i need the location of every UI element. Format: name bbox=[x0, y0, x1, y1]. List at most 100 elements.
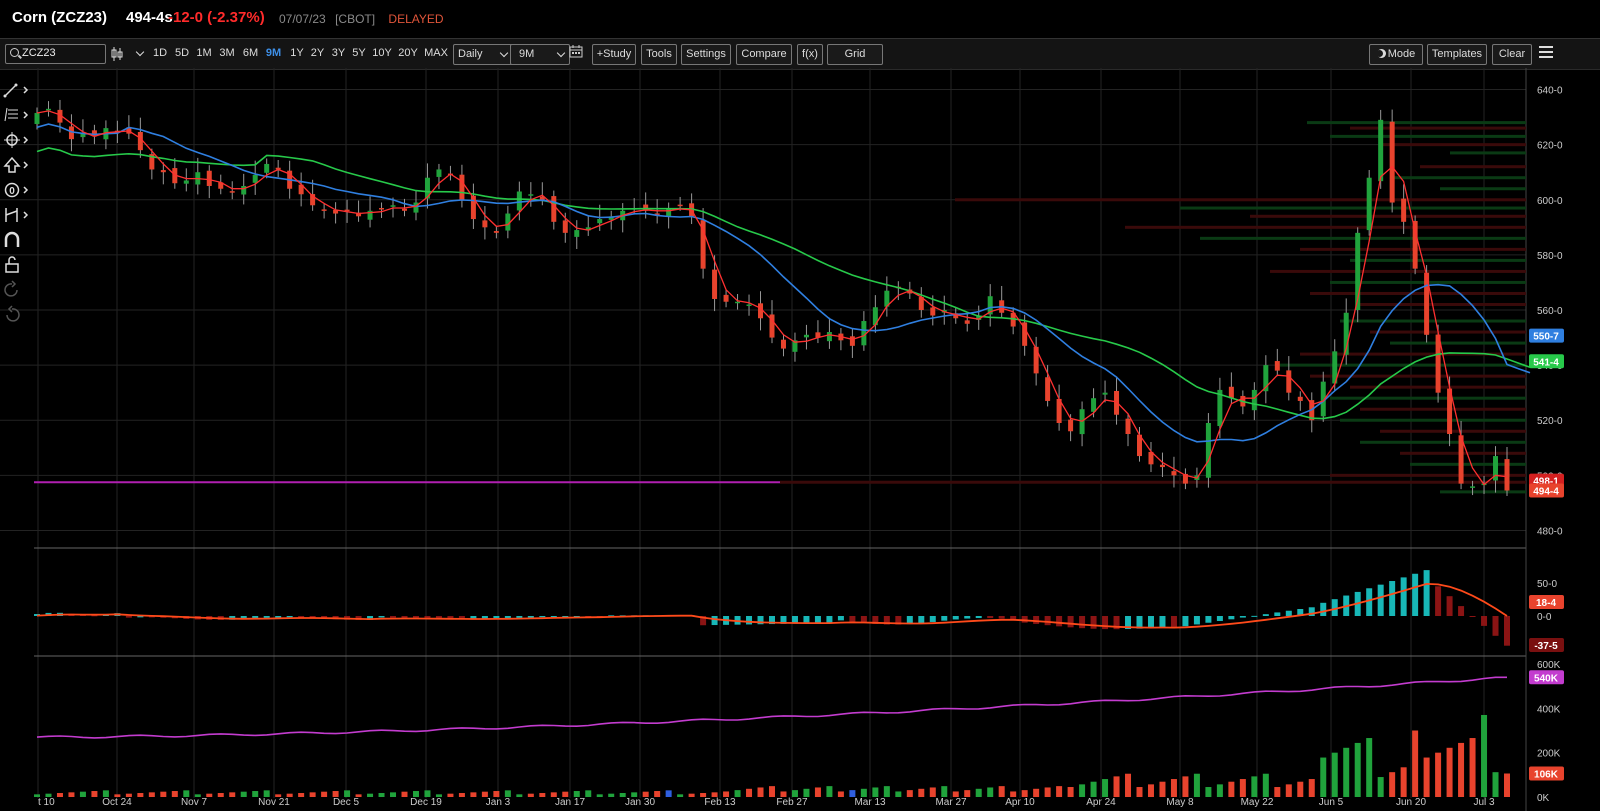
candle bbox=[482, 220, 488, 228]
candle bbox=[1504, 459, 1510, 491]
volume-bar bbox=[1251, 776, 1258, 797]
zero-icon[interactable]: 0 bbox=[3, 180, 29, 200]
grid-button[interactable]: Grid bbox=[827, 44, 883, 65]
volume-bar bbox=[677, 794, 684, 797]
range-button-5d[interactable]: 5D bbox=[173, 44, 191, 63]
oscillator-bar bbox=[1469, 616, 1476, 617]
candle bbox=[459, 174, 465, 200]
volume-bar bbox=[137, 793, 144, 797]
candle bbox=[1159, 464, 1165, 468]
oscillator-bar bbox=[1412, 573, 1419, 616]
volume-profile-bar bbox=[1307, 121, 1526, 125]
volume-bar bbox=[378, 793, 385, 797]
arrow-up-icon[interactable] bbox=[3, 155, 29, 175]
volume-bar bbox=[1274, 787, 1281, 797]
volume-bar bbox=[309, 792, 316, 797]
settings-button[interactable]: Settings bbox=[681, 44, 731, 65]
price-chart[interactable]: 640-0620-0600-0580-0560-0540-0520-0500-0… bbox=[0, 68, 1600, 811]
oscillator-bar bbox=[1492, 616, 1499, 636]
range-button-1d[interactable]: 1D bbox=[152, 44, 168, 63]
function-button[interactable]: f(x) bbox=[797, 44, 823, 65]
oscillator-bar bbox=[1228, 616, 1235, 620]
oscillator-bar bbox=[849, 616, 856, 622]
range-button-1y[interactable]: 1Y bbox=[290, 44, 304, 63]
draw-line-icon[interactable] bbox=[3, 80, 29, 100]
volume-bar bbox=[1469, 738, 1476, 797]
oscillator-bar bbox=[1170, 616, 1177, 628]
oscillator-bar bbox=[516, 616, 523, 618]
oscillator-bar bbox=[746, 616, 753, 625]
period-select[interactable]: 9M bbox=[510, 44, 570, 65]
volume-profile-bar bbox=[1310, 374, 1526, 378]
last-price-label: 494-4 bbox=[1533, 487, 1559, 498]
volume-bar bbox=[1239, 779, 1246, 797]
mode-button[interactable]: Mode bbox=[1369, 44, 1423, 65]
volume-bar bbox=[1320, 757, 1327, 797]
range-button-3y[interactable]: 3Y bbox=[331, 44, 346, 63]
candle bbox=[402, 208, 407, 211]
range-button-1m[interactable]: 1M bbox=[195, 44, 213, 63]
volume-bar bbox=[183, 790, 190, 797]
range-button-2y[interactable]: 2Y bbox=[310, 44, 325, 63]
date-axis-tick: t 10 bbox=[38, 797, 55, 808]
volume-bar bbox=[1090, 781, 1097, 797]
range-button-3m[interactable]: 3M bbox=[218, 44, 236, 63]
oscillator-bar bbox=[711, 616, 718, 626]
symbol-search[interactable] bbox=[5, 44, 106, 64]
price-axis-tick: 520-0 bbox=[1537, 416, 1563, 427]
volume-bar bbox=[860, 788, 867, 797]
date-axis-tick: Dec 19 bbox=[410, 797, 442, 808]
oscillator-bar bbox=[286, 616, 293, 618]
symbol-search-input[interactable] bbox=[22, 46, 100, 60]
fast-moving-average-line bbox=[36, 123, 1531, 443]
volume-bar bbox=[769, 786, 775, 797]
volume-bar bbox=[1331, 752, 1338, 797]
clear-button[interactable]: Clear bbox=[1492, 44, 1532, 65]
candle bbox=[1401, 198, 1407, 222]
volume-profile-bar bbox=[1330, 396, 1526, 400]
calendar-icon[interactable] bbox=[569, 44, 583, 63]
candle bbox=[677, 204, 683, 207]
volume-profile-bar bbox=[780, 480, 1526, 484]
mode-label: Mode bbox=[1387, 48, 1416, 60]
range-button-20y[interactable]: 20Y bbox=[398, 44, 418, 63]
interval-select[interactable]: Daily bbox=[453, 44, 513, 65]
candle bbox=[264, 163, 270, 173]
date-axis-tick: Dec 5 bbox=[333, 797, 360, 808]
crosshair-icon[interactable] bbox=[3, 130, 29, 150]
lock-icon[interactable] bbox=[3, 255, 29, 275]
compare-button[interactable]: Compare bbox=[736, 44, 792, 65]
volume-bar bbox=[1423, 757, 1430, 797]
add-study-button[interactable]: +Study bbox=[592, 44, 636, 65]
range-button-max[interactable]: MAX bbox=[424, 44, 448, 63]
signal-value-label: 18-4 bbox=[1536, 598, 1556, 609]
oscillator-bar bbox=[1320, 602, 1327, 616]
volume-bar bbox=[470, 792, 477, 797]
candle bbox=[1205, 422, 1211, 478]
candle bbox=[321, 209, 327, 211]
undo-icon[interactable] bbox=[3, 280, 29, 300]
candle bbox=[723, 294, 729, 302]
oscillator-bar bbox=[1033, 616, 1040, 624]
volume-bar bbox=[527, 793, 534, 797]
measure-icon[interactable] bbox=[3, 205, 29, 225]
oscillator-bar bbox=[1056, 616, 1063, 627]
tools-button[interactable]: Tools bbox=[641, 44, 677, 65]
range-button-9m[interactable]: 9M bbox=[265, 44, 282, 63]
candle bbox=[1378, 119, 1384, 182]
magnet-icon[interactable] bbox=[3, 230, 29, 250]
range-button-5y[interactable]: 5Y bbox=[352, 44, 366, 63]
hamburger-menu-icon[interactable] bbox=[1539, 46, 1553, 65]
templates-button[interactable]: Templates bbox=[1427, 44, 1487, 65]
volume-profile-bar bbox=[1360, 302, 1526, 306]
redo-icon[interactable] bbox=[3, 305, 29, 325]
range-button-6m[interactable]: 6M bbox=[241, 44, 260, 63]
chart-type-dropdown[interactable] bbox=[110, 44, 148, 63]
volume-bar bbox=[229, 792, 236, 797]
volume-bar bbox=[929, 787, 936, 797]
candle bbox=[160, 170, 166, 173]
range-button-10y[interactable]: 10Y bbox=[372, 44, 392, 63]
volume-bar bbox=[872, 787, 879, 797]
fibonacci-icon[interactable] bbox=[3, 105, 29, 125]
volume-bar bbox=[1458, 742, 1465, 797]
